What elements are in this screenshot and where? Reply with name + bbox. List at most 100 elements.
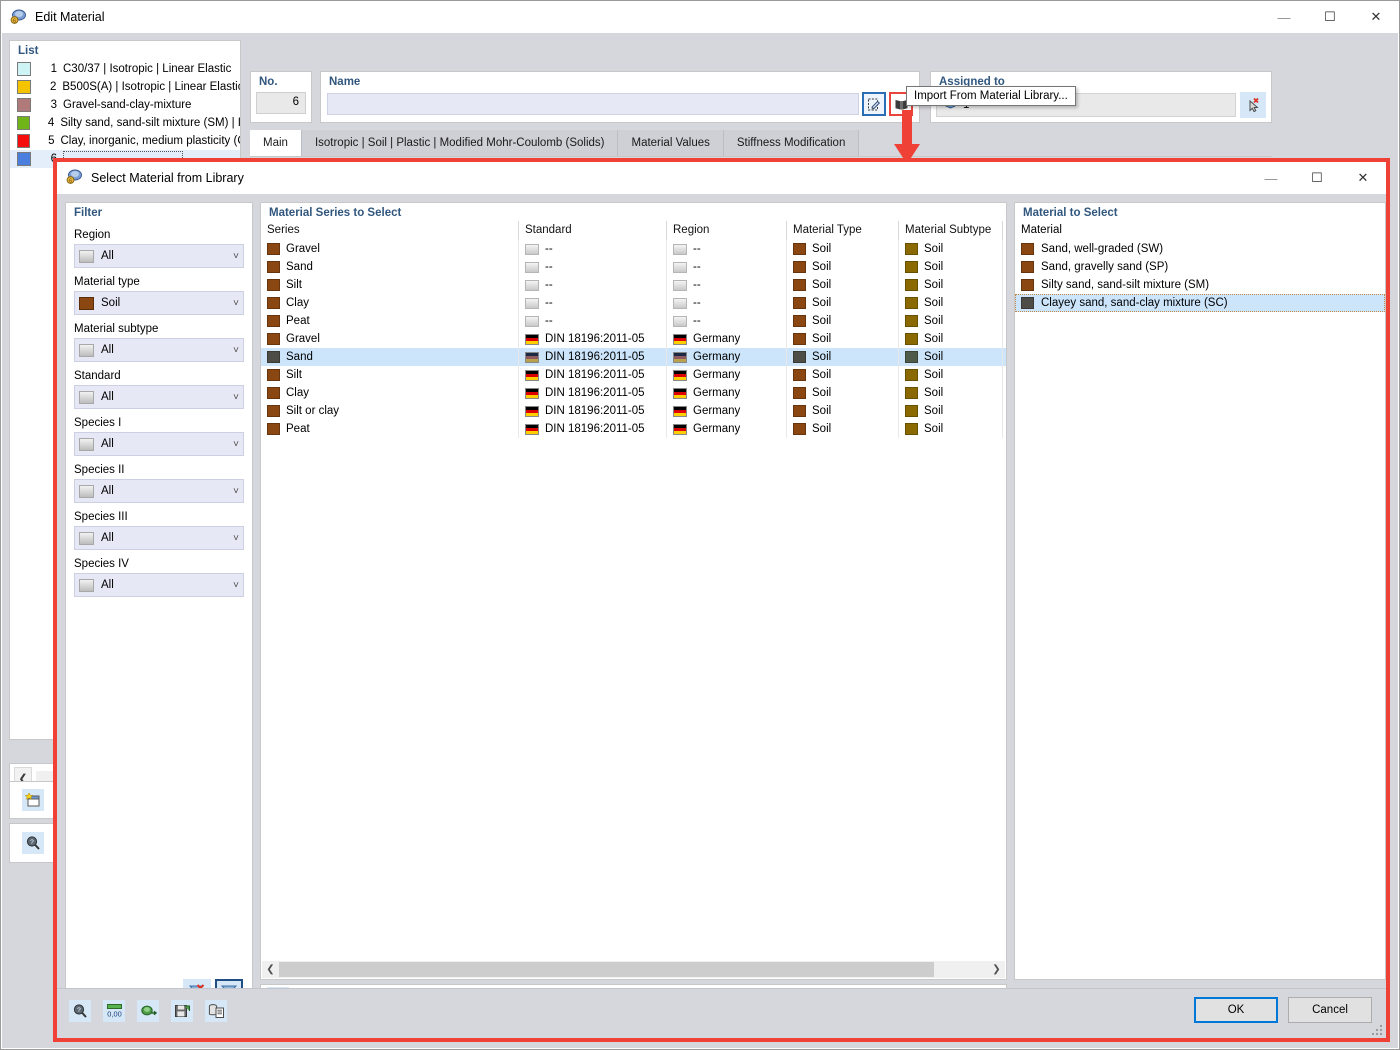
list-item[interactable]: 2 B500S(A) | Isotropic | Linear Elastic [10,78,240,96]
cell-text: Soil [812,423,832,435]
table-row[interactable]: Gravel DIN 18196:2011-05 Germany Soil Soil [261,330,1006,348]
cell-material-subtype: Soil [899,312,1003,330]
column-header[interactable]: Material Type [787,221,899,240]
table-row[interactable]: Silt -- -- Soil Soil [261,276,1006,294]
filter-combo[interactable]: Soil ˅ [74,291,244,315]
cell-series: Sand [261,258,519,276]
filter-combo[interactable]: All ˅ [74,526,244,550]
minimize-button[interactable]: — [1248,162,1294,194]
chevron-down-icon[interactable]: ˅ [233,298,239,309]
svg-text:?: ? [30,839,34,846]
filter-combo[interactable]: All ˅ [74,479,244,503]
type-color-swatch [793,423,806,435]
column-header[interactable]: Series [261,221,519,240]
material-series-header: Series Standard Region Material Type Materia… [261,221,1006,240]
material-list[interactable]: 1 C30/37 | Isotropic | Linear Elastic 2 B50… [10,59,240,168]
chevron-down-icon[interactable]: ˅ [233,533,239,544]
subtype-color-swatch [905,351,918,363]
pick-cursor-icon[interactable] [1240,92,1266,118]
chevron-down-icon[interactable]: ˅ [233,392,239,403]
filter-combo[interactable]: All ˅ [74,573,244,597]
chevron-down-icon[interactable]: ˅ [233,580,239,591]
tab-main[interactable]: Main [250,130,302,156]
germany-flag-icon [673,369,687,381]
close-button[interactable]: ✕ [1353,1,1399,33]
filter-combo[interactable]: All ˅ [74,385,244,409]
chevron-down-icon[interactable]: ˅ [233,439,239,450]
cell-text: Peat [286,423,310,435]
table-row[interactable]: Sand DIN 18196:2011-05 Germany Soil Soil [261,348,1006,366]
save-material-icon[interactable] [171,1000,193,1022]
column-header[interactable]: Region [667,221,787,240]
list-item-number: 5 [48,135,55,147]
material-series-panel: Material Series to Select Series Standard… [260,202,1007,980]
minimize-button[interactable]: — [1261,1,1307,33]
cancel-button[interactable]: Cancel [1288,997,1372,1023]
scroll-thumb[interactable] [279,962,934,977]
type-color-swatch [793,297,806,309]
list-item[interactable]: Sand, gravelly sand (SP) [1015,258,1385,276]
filter-combo[interactable]: All ˅ [74,432,244,456]
search-magnifier-icon[interactable]: ? [22,832,44,854]
cell-text: -- [545,261,553,273]
maximize-button[interactable]: ☐ [1294,162,1340,194]
list-item[interactable]: 1 C30/37 | Isotropic | Linear Elastic [10,60,240,78]
list-item[interactable]: 3 Gravel-sand-clay-mixture [10,96,240,114]
filter-value: All [101,391,114,403]
table-row[interactable]: Silt or clay DIN 18196:2011-05 Germany Soil… [261,402,1006,420]
tab-isotropic-soil-plastic-modified-mohr-coulomb-solids[interactable]: Isotropic | Soil | Plastic | Modified Mo… [301,130,619,156]
tab-stiffness-modification[interactable]: Stiffness Modification [723,130,860,156]
table-row[interactable]: Gravel -- -- Soil Soil [261,240,1006,258]
ok-button[interactable]: OK [1194,997,1278,1023]
material-color-swatch [17,98,31,112]
table-row[interactable]: Clay DIN 18196:2011-05 Germany Soil Soil [261,384,1006,402]
pencil-edit-icon[interactable] [862,92,886,116]
column-header[interactable]: Standard [519,221,667,240]
chevron-left-icon[interactable]: ❮ [262,961,279,978]
library-dialog-window-controls: — ☐ ✕ [1248,162,1386,194]
germany-flag-icon [525,423,539,435]
database-list-icon[interactable] [205,1000,227,1022]
cell-text: Soil [924,423,944,435]
filter-value: All [101,532,114,544]
list-item[interactable]: 4 Silty sand, sand-silt mixture (SM) | Is… [10,114,240,132]
column-header[interactable]: Material Subtype [899,221,1003,240]
series-horizontal-scrollbar[interactable]: ❮ ❯ [262,961,1005,978]
maximize-button[interactable]: ☐ [1307,1,1353,33]
table-row[interactable]: Clay -- -- Soil Soil [261,294,1006,312]
list-item[interactable]: Sand, well-graded (SW) [1015,240,1385,258]
cell-material-subtype: Soil [899,276,1003,294]
filter-combo[interactable]: All ˅ [74,244,244,268]
material-name-input[interactable] [327,93,859,115]
chevron-down-icon[interactable]: ˅ [233,345,239,356]
numeric-values-icon[interactable]: 0,00 [103,1000,125,1022]
chevron-right-icon[interactable]: ❯ [988,961,1005,978]
close-button[interactable]: ✕ [1340,162,1386,194]
table-row[interactable]: Peat -- -- Soil Soil [261,312,1006,330]
filter-field-material-type: Material type Soil ˅ [74,276,244,315]
tab-material-values[interactable]: Material Values [618,130,724,156]
cell-standard: -- [519,294,667,312]
list-item[interactable]: Clayey sand, sand-clay mixture (SC) [1015,294,1385,312]
material-rows[interactable]: Sand, well-graded (SW) Sand, gravelly san… [1015,240,1385,312]
search-magnifier-icon[interactable]: ? [69,1000,91,1022]
new-material-icon[interactable] [22,789,44,811]
chevron-down-icon[interactable]: ˅ [233,251,239,262]
filter-label: Material type [74,276,140,288]
filter-combo[interactable]: All ˅ [74,338,244,362]
cell-text: Gravel [286,333,320,345]
table-row[interactable]: Sand -- -- Soil Soil [261,258,1006,276]
series-color-swatch [267,243,280,255]
cell-text: DIN 18196:2011-05 [545,369,645,381]
chevron-down-icon[interactable]: ˅ [233,486,239,497]
series-color-swatch [267,279,280,291]
list-item[interactable]: 5 Clay, inorganic, medium plasticity (CM [10,132,240,150]
table-row[interactable]: Peat DIN 18196:2011-05 Germany Soil Soil [261,420,1006,438]
material-series-table[interactable]: Series Standard Region Material Type Materia… [261,221,1006,438]
material-series-rows[interactable]: Gravel -- -- Soil Soil Sand -- -- Soil Soil Silt --… [261,240,1006,438]
filter-swatch [79,578,94,592]
resize-grip[interactable] [1370,1023,1382,1035]
list-item[interactable]: Silty sand, sand-silt mixture (SM) [1015,276,1385,294]
import-material-icon[interactable] [137,1000,159,1022]
table-row[interactable]: Silt DIN 18196:2011-05 Germany Soil Soil [261,366,1006,384]
